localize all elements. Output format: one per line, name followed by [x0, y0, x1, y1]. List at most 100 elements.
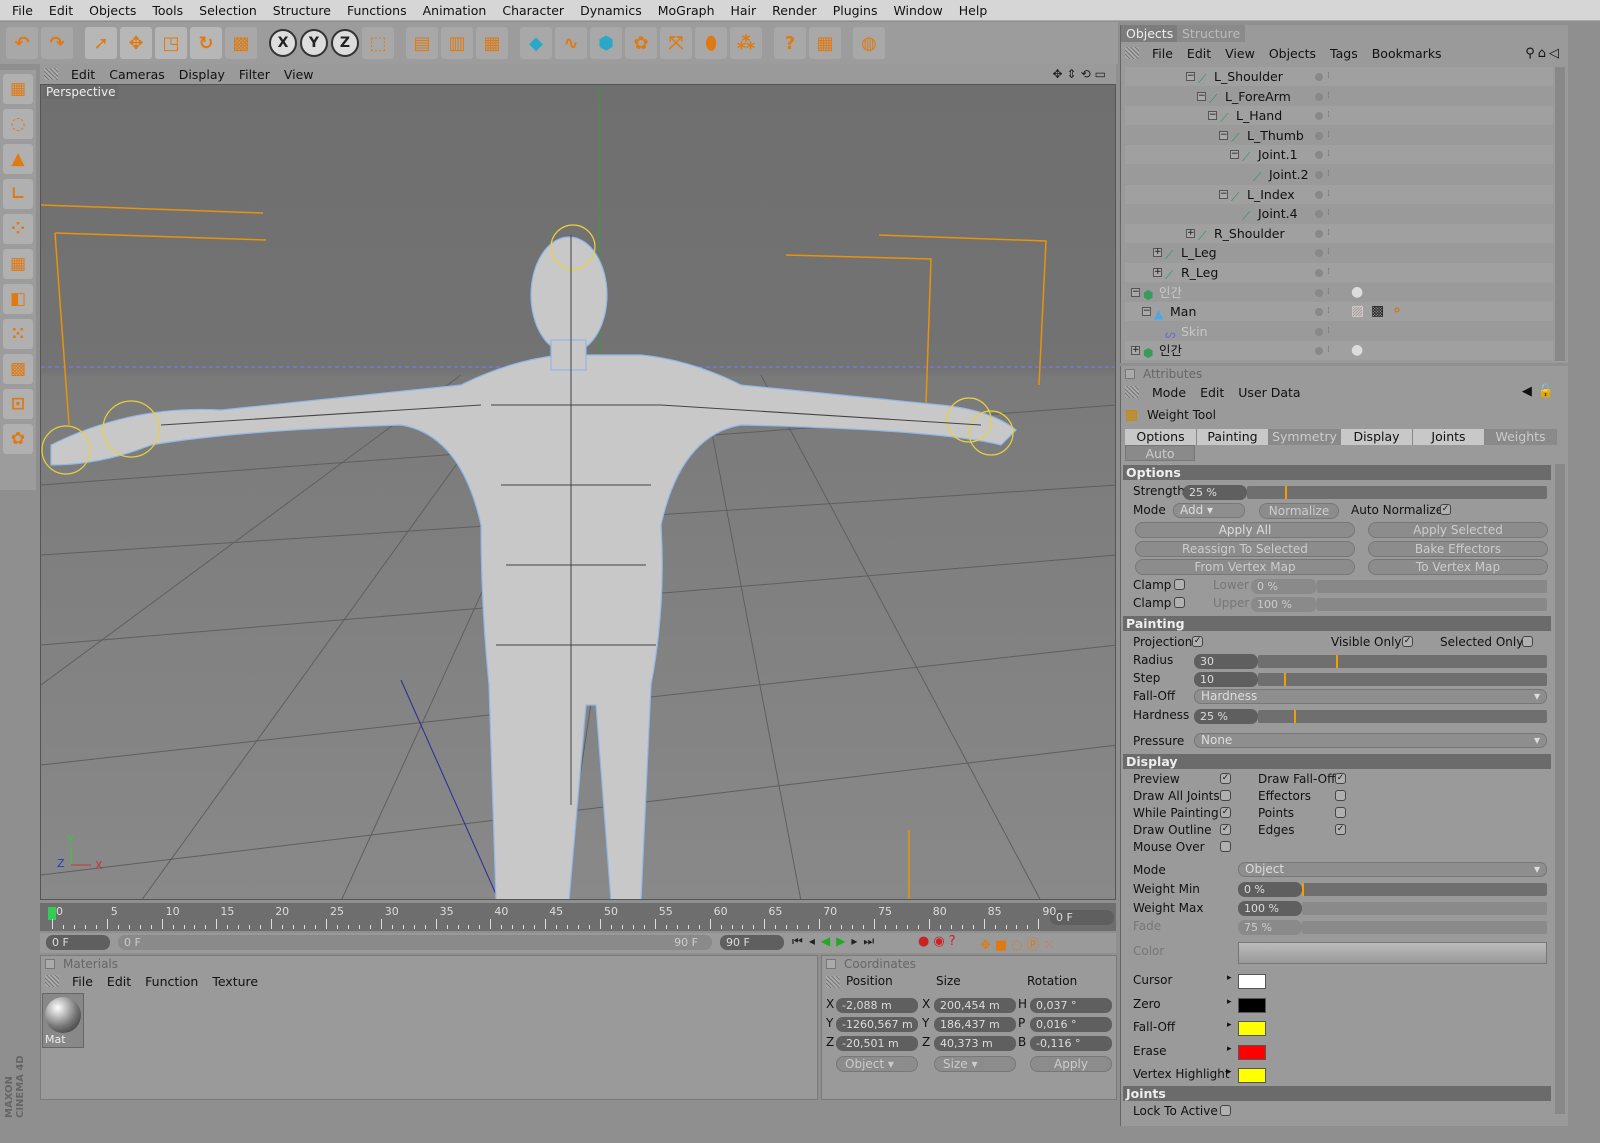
- visibility-dot[interactable]: [1315, 190, 1323, 199]
- tab-auto-weight[interactable]: Auto Weight: [1125, 445, 1195, 477]
- tab-display[interactable]: Display: [1341, 429, 1413, 445]
- tree-item[interactable]: ᔕ Skin ⁞: [1125, 322, 1553, 341]
- render-picture-viewer-icon[interactable]: ▥: [441, 27, 473, 59]
- selected-only-checkbox[interactable]: [1522, 636, 1533, 647]
- layer-dots-icon[interactable]: ⁞: [1327, 145, 1330, 164]
- clamp-lower-checkbox[interactable]: [1174, 579, 1185, 590]
- color-gradient-bar[interactable]: [1238, 942, 1547, 964]
- menu-tools[interactable]: Tools: [144, 3, 191, 18]
- collapse-icon[interactable]: −: [1219, 189, 1228, 199]
- visibility-dot[interactable]: [1315, 308, 1323, 317]
- range-slider[interactable]: 0 F 90 F: [118, 935, 712, 950]
- visibility-dot[interactable]: [1315, 92, 1323, 101]
- layer-dots-icon[interactable]: ⁞: [1327, 283, 1330, 302]
- falloff-dropdown[interactable]: Hardness ▾: [1194, 689, 1547, 704]
- menu-animation[interactable]: Animation: [415, 3, 495, 18]
- vertex-highlight-expand-icon[interactable]: ▸: [1227, 1067, 1232, 1077]
- visibility-dot[interactable]: [1315, 171, 1323, 179]
- undo-icon[interactable]: ↶: [6, 27, 38, 59]
- rotation-b-field[interactable]: -0,116 °: [1030, 1036, 1112, 1051]
- size-z-field[interactable]: 40,373 m: [934, 1036, 1016, 1051]
- object-manager-tools[interactable]: ⚲⌂◁: [1525, 46, 1562, 61]
- tree-item[interactable]: ⟋ Joint.4 ⁞: [1125, 204, 1553, 223]
- viewport-menu-edit[interactable]: Edit: [64, 67, 102, 82]
- current-frame-field[interactable]: 0 F: [1050, 910, 1114, 925]
- workplane-icon[interactable]: ⊡: [3, 389, 33, 419]
- clamp-upper-checkbox[interactable]: [1174, 597, 1185, 608]
- weight-min-slider[interactable]: [1302, 883, 1547, 896]
- browser-icon[interactable]: ◍: [853, 27, 885, 59]
- deformer-icon[interactable]: ⤧: [660, 27, 692, 59]
- menu-functions[interactable]: Functions: [339, 3, 415, 18]
- weight-max-slider[interactable]: [1302, 902, 1547, 915]
- visibility-dot[interactable]: [1315, 151, 1323, 160]
- attributes-menu-user-data[interactable]: User Data: [1231, 385, 1307, 400]
- size-y-field[interactable]: 186,437 m: [934, 1017, 1016, 1032]
- to-vertex-map-button[interactable]: To Vertex Map: [1368, 559, 1548, 575]
- weight-tool-icon[interactable]: ▩: [225, 27, 257, 59]
- layer-dots-icon[interactable]: ⁞: [1327, 87, 1330, 106]
- edges-mode-icon[interactable]: ▦: [3, 249, 33, 279]
- layer-dots-icon[interactable]: ⁞: [1327, 204, 1330, 223]
- panel-toggle-icon[interactable]: [1125, 369, 1135, 379]
- pressure-dropdown[interactable]: None ▾: [1194, 733, 1547, 748]
- menu-structure[interactable]: Structure: [265, 3, 339, 18]
- polygons-mode-icon[interactable]: ◧: [3, 284, 33, 314]
- auto-normalize-checkbox[interactable]: ✓: [1440, 504, 1451, 515]
- apply-all-button[interactable]: Apply All: [1135, 522, 1355, 538]
- menu-help[interactable]: Help: [951, 3, 996, 18]
- tree-item[interactable]: − ⟋ L_ForeArm ⁞: [1125, 87, 1553, 106]
- hardness-field[interactable]: 25 %: [1194, 709, 1258, 724]
- cursor-expand-icon[interactable]: ▸: [1227, 973, 1232, 983]
- while-painting-checkbox[interactable]: ✓: [1220, 807, 1231, 818]
- strength-slider[interactable]: [1247, 486, 1547, 499]
- position-x-field[interactable]: -2,088 m: [836, 998, 918, 1013]
- erase-expand-icon[interactable]: ▸: [1227, 1044, 1232, 1054]
- light-icon[interactable]: ⁂: [730, 27, 762, 59]
- tab-symmetry[interactable]: Symmetry: [1269, 429, 1341, 445]
- material-tag-icon[interactable]: ●: [1351, 283, 1363, 302]
- draw-fall-off-checkbox[interactable]: ✓: [1335, 773, 1346, 784]
- coordinate-system-icon[interactable]: ⬚: [362, 27, 394, 59]
- y-axis-lock-icon[interactable]: Y: [300, 29, 328, 57]
- material-tag-icon[interactable]: ●: [1351, 341, 1363, 360]
- coordinate-mode-dropdown[interactable]: Object ▾: [836, 1056, 918, 1072]
- bake-effectors-button[interactable]: Bake Effectors: [1368, 541, 1548, 557]
- redo-icon[interactable]: ↷: [41, 27, 73, 59]
- nurbs-icon[interactable]: ⬢: [590, 27, 622, 59]
- attributes-menu-edit[interactable]: Edit: [1193, 385, 1231, 400]
- size-mode-dropdown[interactable]: Size ▾: [934, 1056, 1016, 1072]
- materials-menu-function[interactable]: Function: [138, 974, 205, 989]
- spline-icon[interactable]: ∿: [555, 27, 587, 59]
- help-icon[interactable]: ?: [774, 27, 806, 59]
- layer-dots-icon[interactable]: ⁞: [1327, 263, 1330, 282]
- model-mode-icon[interactable]: ∟: [3, 179, 33, 209]
- visibility-dot[interactable]: [1315, 327, 1323, 336]
- x-axis-lock-icon[interactable]: X: [269, 29, 297, 57]
- object-axis-icon[interactable]: ▲: [3, 144, 33, 174]
- tab-structure[interactable]: Structure: [1177, 25, 1246, 42]
- expand-icon[interactable]: +: [1186, 228, 1195, 238]
- panel-toggle-icon[interactable]: [826, 959, 836, 969]
- expand-icon[interactable]: +: [1153, 268, 1162, 277]
- upper-field[interactable]: 100 %: [1251, 597, 1317, 612]
- menu-dynamics[interactable]: Dynamics: [572, 3, 650, 18]
- tree-item[interactable]: − ⟋ L_Shoulder ⁞: [1125, 67, 1553, 86]
- objects-menu-edit[interactable]: Edit: [1180, 46, 1218, 61]
- scene-icon[interactable]: ⬮: [695, 27, 727, 59]
- collapse-icon[interactable]: −: [1197, 91, 1206, 101]
- collapse-icon[interactable]: −: [1142, 307, 1151, 317]
- objects-menu-view[interactable]: View: [1218, 46, 1262, 61]
- step-field[interactable]: 10: [1194, 672, 1258, 687]
- joint-tag-icon[interactable]: ⚬: [1391, 302, 1403, 321]
- from-vertex-map-button[interactable]: From Vertex Map: [1135, 559, 1355, 575]
- attributes-menu-mode[interactable]: Mode: [1145, 385, 1193, 400]
- move-icon[interactable]: ✥: [120, 27, 152, 59]
- tree-item[interactable]: − ⟋ L_Hand ⁞: [1125, 106, 1553, 126]
- tree-item[interactable]: − ⬢ 인간 ⁞ ●: [1125, 283, 1553, 302]
- material-swatch[interactable]: Mat: [42, 993, 84, 1048]
- texture-mode-icon[interactable]: ▩: [3, 354, 33, 384]
- lock-to-active-checkbox[interactable]: [1220, 1105, 1231, 1116]
- upper-slider[interactable]: [1317, 598, 1547, 611]
- tab-painting[interactable]: Painting: [1197, 429, 1269, 445]
